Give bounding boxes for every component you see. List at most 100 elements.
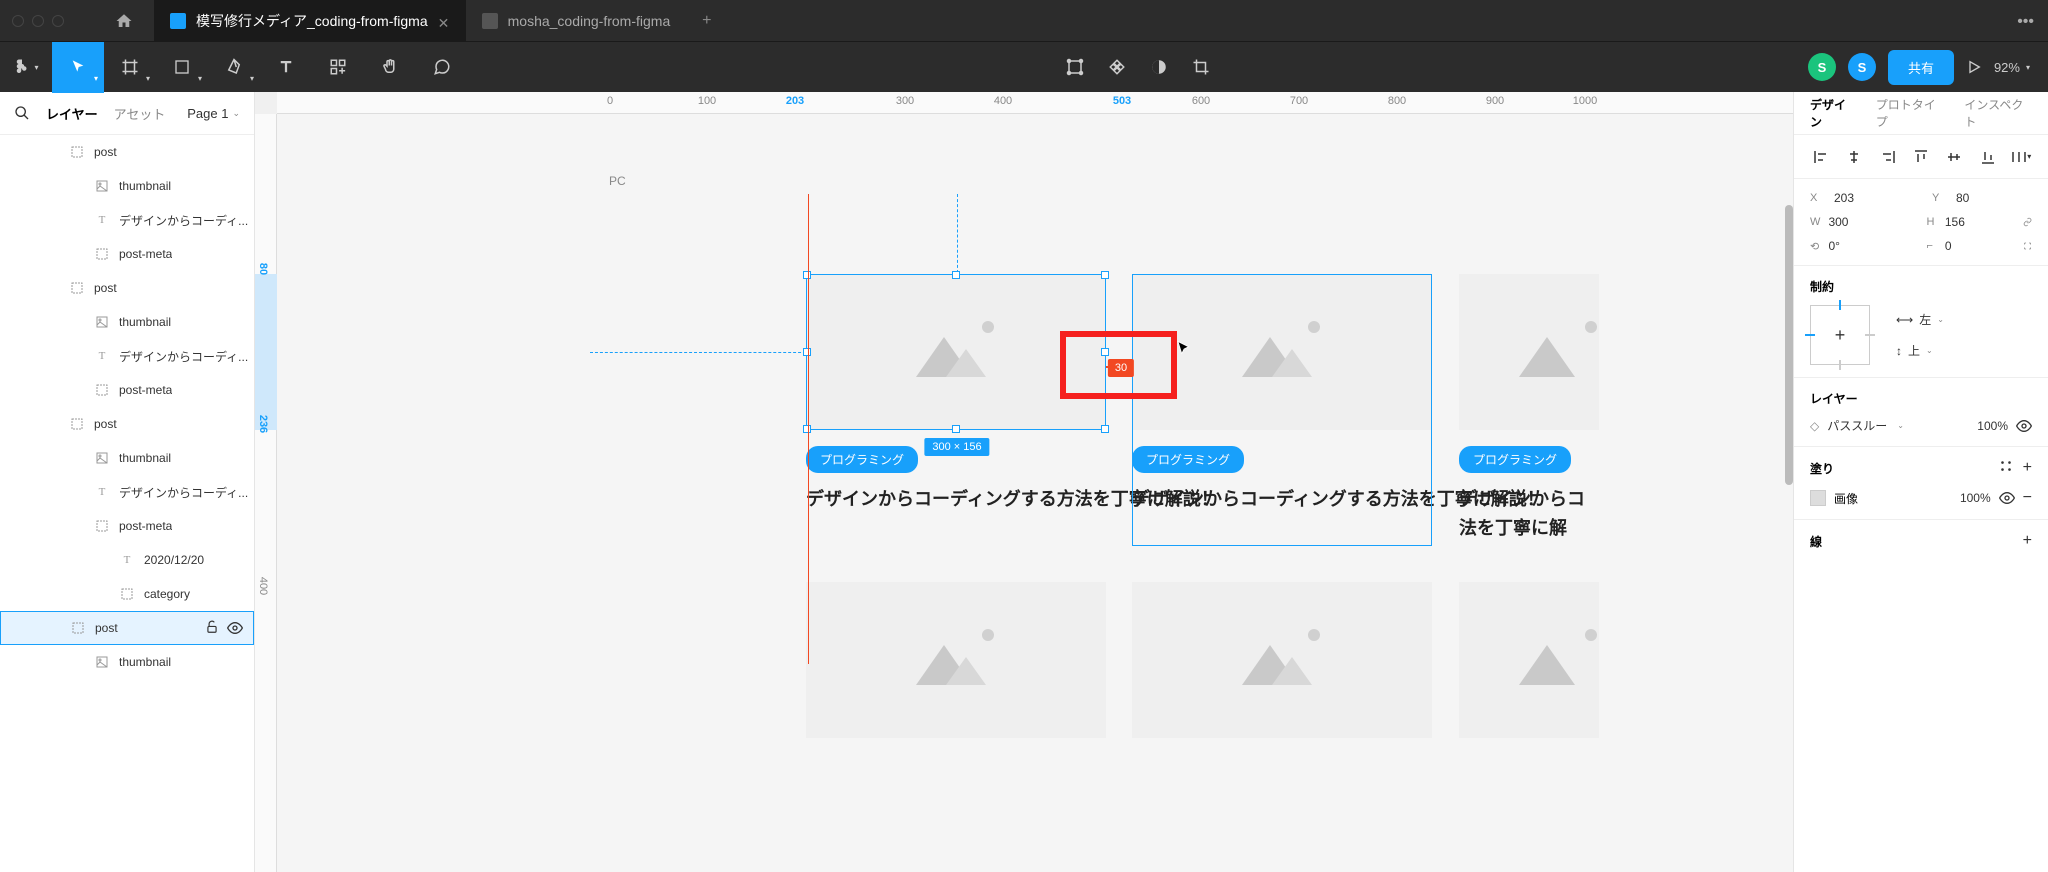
- distribute[interactable]: ▾: [2011, 147, 2031, 167]
- frame-tool[interactable]: ▾: [104, 42, 156, 93]
- shape-tool[interactable]: ▾: [156, 42, 208, 93]
- assets-tab[interactable]: アセット: [114, 104, 166, 123]
- pen-tool[interactable]: ▾: [208, 42, 260, 93]
- scrollbar-vertical[interactable]: [1785, 205, 1793, 485]
- add-fill-button[interactable]: +: [2023, 459, 2032, 477]
- layer-item-デザインからコーディ...[interactable]: Tデザインからコーディ...: [0, 203, 254, 237]
- mask-tool[interactable]: [1150, 42, 1168, 93]
- overflow-menu-icon[interactable]: •••: [2017, 13, 2034, 31]
- text-tool[interactable]: [260, 42, 312, 93]
- add-stroke-button[interactable]: +: [2023, 532, 2032, 550]
- resources-tool[interactable]: [312, 42, 364, 93]
- style-icon[interactable]: [1999, 459, 2013, 473]
- layer-item-post-meta[interactable]: post-meta: [0, 373, 254, 407]
- search-icon[interactable]: [14, 105, 30, 121]
- thumbnail[interactable]: [806, 582, 1106, 738]
- layer-item-post[interactable]: post: [0, 407, 254, 441]
- layer-item-thumbnail[interactable]: thumbnail: [0, 645, 254, 679]
- hand-tool[interactable]: [364, 42, 416, 93]
- category-tag[interactable]: プログラミング: [1459, 446, 1571, 473]
- constraint-widget[interactable]: +: [1810, 305, 1870, 365]
- share-button[interactable]: 共有: [1888, 50, 1954, 85]
- fill-swatch[interactable]: [1810, 490, 1826, 506]
- layer-item-2020/12/20[interactable]: T2020/12/20: [0, 543, 254, 577]
- move-tool[interactable]: ▾: [52, 42, 104, 93]
- layer-item-thumbnail[interactable]: thumbnail: [0, 169, 254, 203]
- remove-fill-button[interactable]: −: [2023, 489, 2032, 507]
- frame-label[interactable]: PC: [609, 174, 626, 188]
- independent-corners-icon[interactable]: [2023, 239, 2032, 253]
- crop-tool[interactable]: [1192, 42, 1210, 93]
- tab-design[interactable]: デザイン: [1810, 96, 1856, 130]
- tab-2[interactable]: mosha_coding-from-figma: [466, 0, 687, 41]
- constraint-h-select[interactable]: ⟷左⌄: [1896, 311, 1944, 328]
- user-avatar-2[interactable]: S: [1848, 53, 1876, 81]
- layers-tab[interactable]: レイヤー: [46, 104, 98, 123]
- unlock-icon[interactable]: [205, 620, 219, 634]
- layer-item-post-meta[interactable]: post-meta: [0, 237, 254, 271]
- edit-object-tool[interactable]: [1066, 42, 1084, 93]
- eye-icon[interactable]: [1999, 490, 2015, 506]
- blend-mode-select[interactable]: パススルー⌄: [1827, 417, 1904, 434]
- thumbnail[interactable]: [1459, 274, 1599, 430]
- align-center-v[interactable]: [1944, 147, 1964, 167]
- ruler-horizontal[interactable]: 01002033004005036007008009001000: [277, 92, 1793, 114]
- layer-item-post-meta[interactable]: post-meta: [0, 509, 254, 543]
- canvas-area[interactable]: 01002033004005036007008009001000 8023640…: [255, 92, 1793, 872]
- align-right[interactable]: [1878, 147, 1898, 167]
- layer-list[interactable]: postthumbnailTデザインからコーディ...post-metapost…: [0, 135, 254, 872]
- layer-item-thumbnail[interactable]: thumbnail: [0, 441, 254, 475]
- resize-handle-w[interactable]: [803, 348, 811, 356]
- radius-input[interactable]: [1945, 239, 2015, 253]
- align-bottom[interactable]: [1978, 147, 1998, 167]
- h-input[interactable]: [1945, 215, 2015, 229]
- link-icon[interactable]: [2023, 215, 2032, 229]
- layer-item-デザインからコーディ...[interactable]: Tデザインからコーディ...: [0, 475, 254, 509]
- resize-handle-se[interactable]: [1101, 425, 1109, 433]
- constraint-v-select[interactable]: ↕上⌄: [1896, 342, 1944, 359]
- add-tab-button[interactable]: +: [686, 0, 727, 41]
- close-window[interactable]: [12, 15, 24, 27]
- align-left[interactable]: [1811, 147, 1831, 167]
- home-button[interactable]: [112, 9, 136, 33]
- resize-handle-ne[interactable]: [1101, 271, 1109, 279]
- thumbnail[interactable]: [1459, 582, 1599, 738]
- tab-inspect[interactable]: インスペクト: [1964, 96, 2032, 130]
- x-input[interactable]: [1834, 191, 1904, 205]
- resize-handle-n[interactable]: [952, 271, 960, 279]
- zoom-control[interactable]: 92% ▾: [1994, 60, 2030, 75]
- y-input[interactable]: [1956, 191, 2026, 205]
- w-input[interactable]: [1828, 215, 1898, 229]
- page-selector[interactable]: Page 1 ⌄: [187, 106, 240, 121]
- thumbnail[interactable]: [1132, 582, 1432, 738]
- rotation-input[interactable]: [1828, 239, 1898, 253]
- tab-prototype[interactable]: プロトタイプ: [1876, 96, 1945, 130]
- layer-item-デザインからコーディ...[interactable]: Tデザインからコーディ...: [0, 339, 254, 373]
- component-tool[interactable]: [1108, 42, 1126, 93]
- fill-type[interactable]: 画像: [1834, 490, 1858, 507]
- main-menu-button[interactable]: ▾: [0, 42, 52, 93]
- eye-icon[interactable]: [227, 620, 243, 636]
- resize-handle-sw[interactable]: [803, 425, 811, 433]
- user-avatar-1[interactable]: S: [1808, 53, 1836, 81]
- resize-handle-s[interactable]: [952, 425, 960, 433]
- comment-tool[interactable]: [416, 42, 468, 93]
- maximize-window[interactable]: [52, 15, 64, 27]
- close-tab-icon[interactable]: ✕: [438, 15, 450, 27]
- layer-item-category[interactable]: category: [0, 577, 254, 611]
- eye-icon[interactable]: [2016, 418, 2032, 434]
- layer-item-post[interactable]: post: [0, 135, 254, 169]
- layer-item-thumbnail[interactable]: thumbnail: [0, 305, 254, 339]
- opacity-input[interactable]: [1964, 419, 2008, 433]
- minimize-window[interactable]: [32, 15, 44, 27]
- present-button[interactable]: [1966, 42, 1982, 93]
- align-center-h[interactable]: [1844, 147, 1864, 167]
- fill-opacity-input[interactable]: [1947, 491, 1991, 505]
- align-top[interactable]: [1911, 147, 1931, 167]
- ruler-vertical[interactable]: 80236400: [255, 114, 277, 872]
- layer-item-post[interactable]: post: [0, 611, 254, 645]
- layer-item-post[interactable]: post: [0, 271, 254, 305]
- tab-1[interactable]: 模写修行メディア_coding-from-figma ✕: [154, 0, 466, 41]
- canvas[interactable]: PC プログラミング 2020/12/20 デザインからコーディングする方法を丁…: [277, 114, 1793, 872]
- category-tag[interactable]: プログラミング: [806, 446, 918, 473]
